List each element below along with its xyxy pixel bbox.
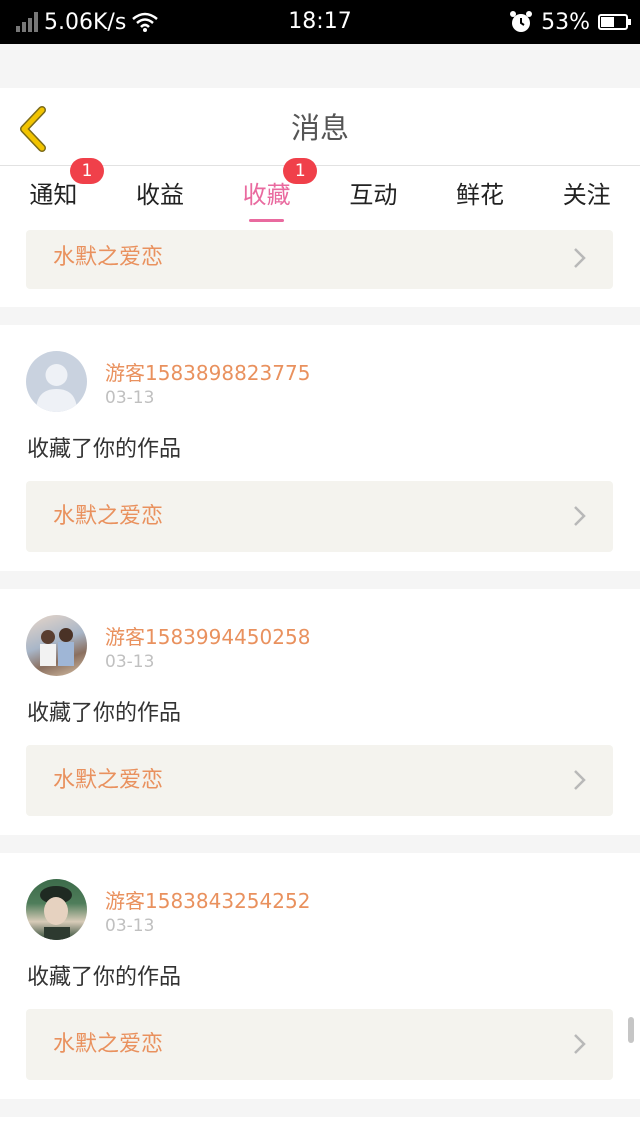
- work-title: 水默之爱恋: [53, 245, 164, 270]
- tab-favorites[interactable]: 收藏 1: [213, 158, 320, 228]
- chevron-right-icon: [574, 248, 586, 268]
- message-text: 收藏了你的作品: [27, 965, 182, 990]
- tab-earnings[interactable]: 收益: [107, 166, 214, 228]
- work-link[interactable]: 水默之爱恋: [26, 230, 613, 289]
- tab-follows[interactable]: 关注: [533, 166, 640, 228]
- chevron-right-icon: [574, 1034, 586, 1054]
- username[interactable]: 游客1583843254252: [105, 885, 310, 914]
- tab-notifications[interactable]: 通知 1: [0, 158, 107, 228]
- tab-label: 互动: [349, 181, 398, 209]
- tab-underline: [249, 219, 285, 222]
- net-speed: 5.06K/s: [44, 9, 127, 35]
- scrollbar[interactable]: [628, 1017, 634, 1043]
- avatar[interactable]: [26, 615, 87, 676]
- work-link[interactable]: 水默之爱恋: [26, 745, 613, 816]
- tab-label: 鲜花: [456, 181, 505, 209]
- status-right: 53%: [509, 0, 631, 44]
- battery-percent: 53%: [541, 9, 590, 35]
- signal-icon: [16, 12, 38, 32]
- nav-header: 消息: [0, 88, 640, 166]
- work-title: 水默之爱恋: [53, 768, 164, 793]
- unread-badge: 1: [283, 158, 318, 184]
- tab-flowers[interactable]: 鲜花: [427, 166, 534, 228]
- list-item: 游客1583843254252 03-13 收藏了你的作品 水默之爱恋: [0, 853, 640, 1099]
- username[interactable]: 游客1583994450258: [105, 621, 310, 650]
- default-avatar-icon: [36, 364, 77, 412]
- list-item: 水默之爱恋: [0, 228, 640, 307]
- back-button[interactable]: [14, 106, 54, 152]
- list-item: 游客1583994450258 03-13 收藏了你的作品 水默之爱恋: [0, 589, 640, 835]
- list-item: 游客1583898823775 03-13 收藏了你的作品 水默之爱恋: [0, 325, 640, 571]
- username[interactable]: 游客1583898823775: [105, 357, 310, 386]
- list-item: [0, 1117, 640, 1138]
- avatar[interactable]: [26, 351, 87, 412]
- work-title: 水默之爱恋: [53, 1032, 164, 1057]
- alarm-icon: [510, 11, 533, 32]
- chevron-right-icon: [574, 770, 586, 790]
- photo-avatar-icon: [40, 628, 74, 666]
- photo-avatar-icon: [40, 886, 72, 940]
- work-link[interactable]: 水默之爱恋: [26, 1009, 613, 1080]
- work-title: 水默之爱恋: [53, 504, 164, 529]
- page-title: 消息: [290, 111, 349, 145]
- wifi-icon: [132, 12, 159, 32]
- status-left: 5.06K/s: [16, 0, 159, 44]
- status-bar: 5.06K/s 18:17 53%: [0, 0, 640, 44]
- tab-interactions[interactable]: 互动: [320, 166, 427, 228]
- tab-label: 通知: [29, 181, 78, 209]
- timestamp: 03-13: [105, 652, 155, 672]
- chevron-right-icon: [574, 506, 586, 526]
- work-link[interactable]: 水默之爱恋: [26, 481, 613, 552]
- message-text: 收藏了你的作品: [27, 701, 182, 726]
- timestamp: 03-13: [105, 916, 155, 936]
- avatar[interactable]: [26, 879, 87, 940]
- message-text: 收藏了你的作品: [27, 437, 182, 462]
- timestamp: 03-13: [105, 388, 155, 408]
- tab-label: 关注: [562, 181, 611, 209]
- battery-icon: [598, 14, 631, 30]
- unread-badge: 1: [70, 158, 104, 184]
- tab-label: 收益: [136, 181, 184, 209]
- tab-label: 收藏: [242, 181, 291, 209]
- tab-bar: 通知 1 收益 收藏 1 互动 鲜花 关注: [0, 158, 640, 228]
